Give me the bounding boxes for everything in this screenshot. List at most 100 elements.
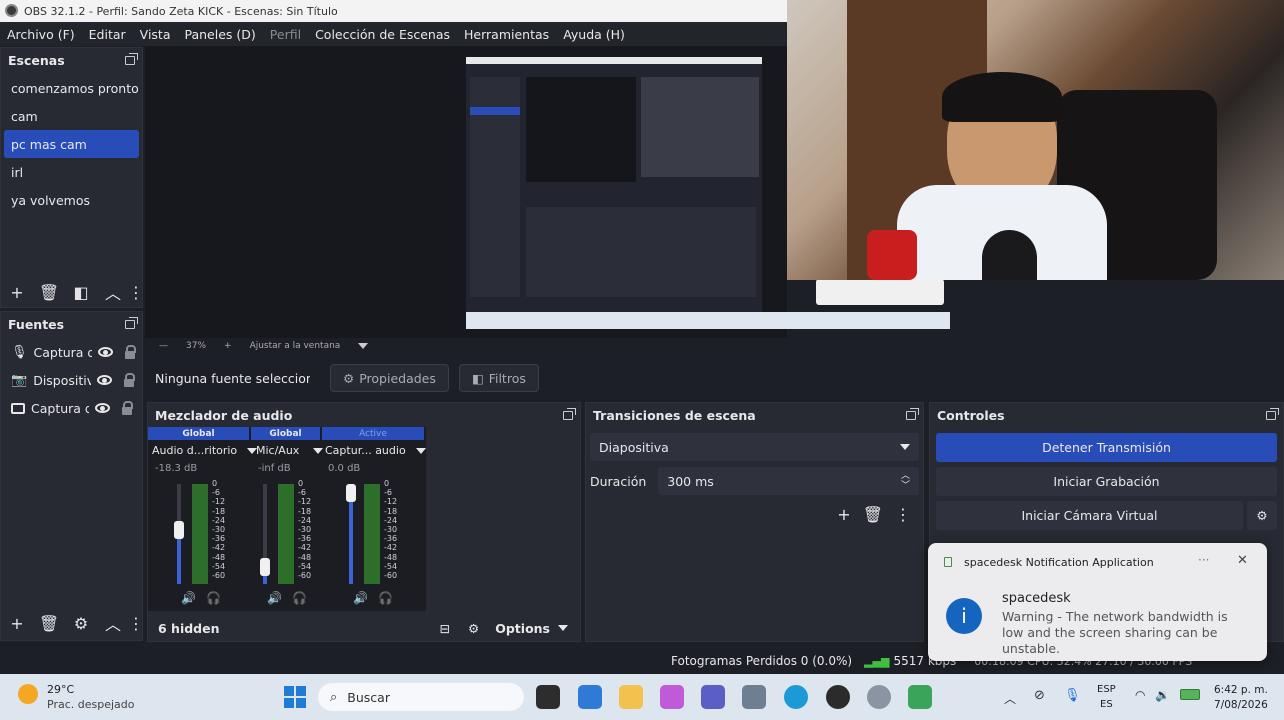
lock-icon[interactable] bbox=[124, 373, 136, 387]
source-item[interactable]: Captura d bbox=[1, 394, 142, 422]
mixer-layout-icon[interactable]: ⊟ bbox=[440, 621, 450, 636]
fit-window-label[interactable]: Ajustar a la ventana bbox=[250, 341, 341, 351]
chevron-down-icon[interactable] bbox=[358, 343, 369, 349]
menu-paneles[interactable]: Paneles (D) bbox=[178, 27, 263, 42]
weather-desc[interactable]: Prac. despejado bbox=[47, 698, 134, 711]
more-options-icon[interactable]: ··· bbox=[1198, 553, 1209, 567]
speaker-icon[interactable]: 🔊 bbox=[353, 591, 368, 605]
volume-slider-handle[interactable] bbox=[174, 520, 184, 539]
network-icon[interactable]: ⊘ bbox=[1034, 688, 1045, 703]
more-options-icon[interactable]: ⋮ bbox=[895, 505, 911, 524]
virtual-camera-settings-gear-icon[interactable]: ⚙ bbox=[1247, 501, 1277, 530]
transition-select[interactable]: Diapositiva bbox=[590, 433, 919, 461]
filters-button[interactable]: ◧ Filtros bbox=[458, 364, 539, 392]
headphones-icon[interactable]: 🎧 bbox=[206, 591, 221, 605]
speaker-icon[interactable]: 🔊 bbox=[181, 591, 196, 605]
calendar-app-icon[interactable] bbox=[578, 685, 602, 709]
volume-icon[interactable]: 🔉 bbox=[1155, 688, 1170, 702]
volume-slider-handle[interactable] bbox=[260, 557, 270, 576]
remove-transition-button[interactable]: 🗑 bbox=[863, 505, 883, 524]
teams-icon[interactable] bbox=[701, 685, 725, 709]
chevron-down-icon[interactable] bbox=[415, 447, 426, 454]
lock-icon[interactable] bbox=[122, 401, 133, 415]
obs-taskbar-icon[interactable] bbox=[826, 685, 850, 709]
battery-icon[interactable] bbox=[1180, 689, 1200, 700]
stream-preview[interactable] bbox=[466, 57, 950, 329]
language-primary[interactable]: ESP bbox=[1097, 684, 1116, 695]
move-source-up-button[interactable]: ︿ bbox=[97, 610, 129, 636]
visibility-eye-icon[interactable] bbox=[97, 375, 113, 385]
source-settings-gear-icon[interactable]: ⚙ bbox=[65, 610, 97, 636]
taskbar-search[interactable]: ⌕ Buscar bbox=[318, 683, 524, 711]
headphones-icon[interactable]: 🎧 bbox=[292, 591, 307, 605]
more-options-icon[interactable]: ⋮ bbox=[128, 610, 144, 636]
menu-archivo[interactable]: Archivo (F) bbox=[0, 27, 82, 42]
remove-scene-button[interactable]: 🗑 bbox=[33, 279, 65, 305]
scene-item[interactable]: cam bbox=[1, 102, 142, 130]
float-dock-icon[interactable] bbox=[1266, 407, 1279, 420]
duration-field[interactable]: 300 ms ︿ ﹀ bbox=[658, 467, 919, 495]
menu-perfil[interactable]: Perfil bbox=[263, 27, 308, 42]
headphones-icon[interactable]: 🎧 bbox=[378, 591, 393, 605]
scene-filters-button[interactable]: ◧ bbox=[65, 279, 97, 305]
add-transition-button[interactable]: + bbox=[837, 505, 850, 524]
notification-toast[interactable]: spacedesk Notification Application ··· ✕… bbox=[928, 543, 1267, 661]
copilot-icon[interactable] bbox=[660, 685, 684, 709]
microphone-icon[interactable]: 🎙 bbox=[1064, 688, 1081, 703]
weather-temp[interactable]: 29°C bbox=[47, 683, 74, 696]
chevron-up-icon[interactable]: ︿ bbox=[1004, 690, 1016, 707]
float-dock-icon[interactable] bbox=[125, 52, 138, 65]
source-item[interactable]: 🎙 Captura d bbox=[1, 338, 142, 366]
task-view-icon[interactable] bbox=[536, 685, 560, 709]
zoom-in-button[interactable]: + bbox=[224, 341, 232, 351]
source-item[interactable]: 📷 Dispositiv bbox=[1, 366, 142, 394]
weather-sun-icon[interactable] bbox=[18, 684, 38, 704]
options-button[interactable]: Options bbox=[495, 621, 568, 636]
scene-item[interactable]: comenzamos pronto bbox=[1, 74, 142, 102]
add-source-button[interactable]: + bbox=[1, 610, 33, 636]
close-icon[interactable]: ✕ bbox=[1237, 553, 1248, 568]
scene-item[interactable]: ya volvemos bbox=[1, 186, 142, 214]
file-explorer-icon[interactable] bbox=[619, 685, 643, 709]
advanced-audio-gear-icon[interactable]: ⚙ bbox=[468, 621, 479, 636]
start-recording-button[interactable]: Iniciar Grabación bbox=[936, 467, 1277, 496]
zoom-out-button[interactable]: — bbox=[159, 341, 168, 351]
chevron-down-icon[interactable] bbox=[313, 447, 324, 454]
visibility-eye-icon[interactable] bbox=[97, 347, 113, 357]
windows-start-icon[interactable] bbox=[284, 686, 306, 708]
properties-button[interactable]: ⚙ Propiedades bbox=[330, 364, 449, 392]
clock-time[interactable]: 6:42 p. m. bbox=[1214, 684, 1268, 696]
scene-item-selected[interactable]: pc mas cam bbox=[4, 130, 139, 158]
scene-item[interactable]: irl bbox=[1, 158, 142, 186]
channel-name[interactable]: Captur... audio bbox=[325, 444, 426, 457]
edge-browser-icon[interactable] bbox=[784, 685, 808, 709]
more-options-icon[interactable]: ⋮ bbox=[128, 279, 144, 305]
lock-icon[interactable] bbox=[124, 345, 136, 359]
float-dock-icon[interactable] bbox=[906, 407, 919, 420]
channel-name[interactable]: Audio d...ritorio bbox=[152, 444, 258, 457]
menu-editar[interactable]: Editar bbox=[82, 27, 133, 42]
hidden-count[interactable]: 6 hidden bbox=[158, 621, 220, 636]
remove-source-button[interactable]: 🗑 bbox=[33, 610, 65, 636]
menu-vista[interactable]: Vista bbox=[133, 27, 178, 42]
menu-coleccion-escenas[interactable]: Colección de Escenas bbox=[308, 27, 457, 42]
settings-gear-icon[interactable] bbox=[867, 685, 891, 709]
spin-arrows-icon[interactable]: ︿ ﹀ bbox=[901, 471, 910, 491]
add-scene-button[interactable]: + bbox=[1, 279, 33, 305]
visibility-eye-icon[interactable] bbox=[95, 403, 110, 413]
stop-stream-button[interactable]: Detener Transmisión bbox=[936, 433, 1277, 462]
clock-date[interactable]: 7/08/2026 bbox=[1214, 699, 1268, 711]
float-dock-icon[interactable] bbox=[125, 316, 138, 329]
wifi-icon[interactable]: ◠ bbox=[1135, 688, 1145, 702]
language-secondary[interactable]: ES bbox=[1100, 699, 1113, 710]
menu-herramientas[interactable]: Herramientas bbox=[457, 27, 556, 42]
menu-ayuda[interactable]: Ayuda (H) bbox=[556, 27, 632, 42]
volume-slider-handle[interactable] bbox=[346, 484, 356, 502]
float-dock-icon[interactable] bbox=[563, 407, 576, 420]
spacedesk-icon[interactable] bbox=[908, 685, 932, 709]
speaker-icon[interactable]: 🔊 bbox=[267, 591, 282, 605]
move-scene-up-button[interactable]: ︿ bbox=[97, 279, 129, 305]
calculator-icon[interactable] bbox=[742, 685, 766, 709]
channel-name[interactable]: Mic/Aux bbox=[256, 444, 324, 457]
start-virtual-camera-button[interactable]: Iniciar Cámara Virtual bbox=[936, 501, 1243, 530]
